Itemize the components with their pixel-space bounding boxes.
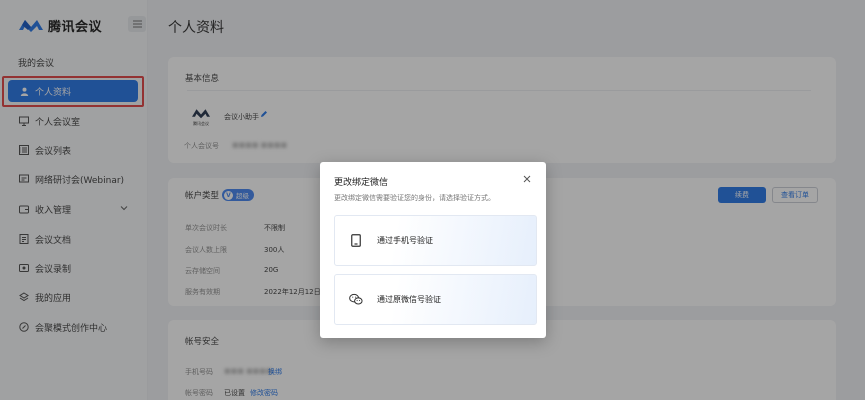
close-icon[interactable] — [521, 173, 533, 185]
verify-by-phone-option[interactable]: 通过手机号验证 — [334, 215, 537, 266]
option-label: 通过手机号验证 — [377, 236, 433, 245]
dialog-title: 更改绑定微信 — [334, 178, 389, 188]
change-wechat-dialog: 更改绑定微信 更改绑定微信需要验证您的身份，请选择验证方式。 通过手机号验证 通… — [320, 162, 546, 338]
verify-by-wechat-option[interactable]: 通过原微信号验证 — [334, 274, 537, 325]
dialog-subtitle: 更改绑定微信需要验证您的身份，请选择验证方式。 — [334, 194, 495, 202]
phone-icon — [349, 234, 363, 248]
wechat-icon — [349, 293, 363, 307]
option-label: 通过原微信号验证 — [377, 295, 441, 304]
